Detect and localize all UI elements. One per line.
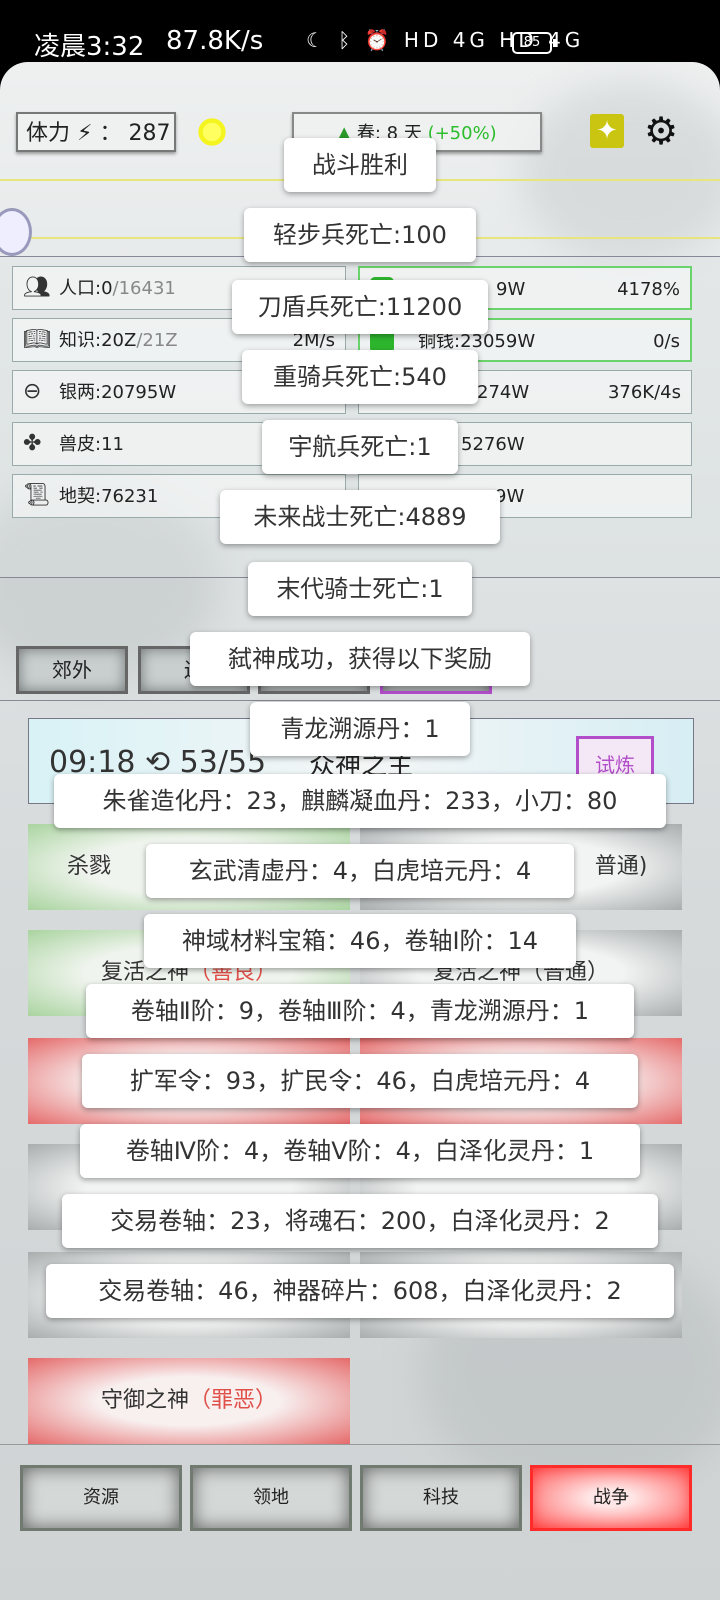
nav-territory[interactable]: 领地 <box>190 1465 352 1531</box>
toast-message: 青龙溯源丹：1 <box>250 702 470 756</box>
stamina-value: 287 <box>128 121 171 146</box>
toast-message: 轻步兵死亡:100 <box>244 208 476 262</box>
toast-message: 卷轴Ⅳ阶：4，卷轴Ⅴ阶：4，白泽化灵丹：1 <box>80 1124 640 1178</box>
toast-message: 玄武清虚丹：4，白虎培元丹：4 <box>146 844 574 898</box>
status-time: 凌晨3:32 <box>34 32 145 62</box>
toast-message: 交易卷轴：23，将魂石：200，白泽化灵丹：2 <box>62 1194 658 1248</box>
background-texture <box>520 82 720 262</box>
avatar[interactable] <box>0 208 32 256</box>
toast-message: 扩军令：93，扩民令：46，白虎培元丹：4 <box>82 1054 638 1108</box>
nav-resources[interactable]: 资源 <box>20 1465 182 1531</box>
deed-icon: 📜︎ <box>23 483 51 508</box>
sun-icon <box>196 116 228 148</box>
stamina-display: 体力 ⚡ ： 287 <box>16 112 176 152</box>
toast-message: 未来战士死亡:4889 <box>220 490 500 544</box>
toast-message: 朱雀造化丹：23，麒麟凝血丹：233，小刀：80 <box>54 774 666 828</box>
tab-outskirts[interactable]: 郊外 <box>16 646 128 694</box>
lightning-icon: ⚡ <box>77 121 93 146</box>
battery-icon: 85 <box>512 32 556 54</box>
gear-icon[interactable]: ⚙ <box>644 112 678 150</box>
hide-icon: ✤ <box>23 431 42 456</box>
toast-message: 宇航兵死亡:1 <box>262 420 458 474</box>
toast-message: 刀盾兵死亡:11200 <box>232 280 488 334</box>
toast-message: 神域材料宝箱：46，卷轴Ⅰ阶：14 <box>144 914 576 968</box>
toast-message: 弑神成功，获得以下奖励 <box>190 632 530 686</box>
toast-message: 重骑兵死亡:540 <box>242 350 478 404</box>
gift-icon[interactable]: ✦ <box>590 114 624 148</box>
nav-technology[interactable]: 科技 <box>360 1465 522 1531</box>
toast-message: 末代骑士死亡:1 <box>248 562 472 616</box>
toast-message: 交易卷轴：46，神器碎片：608，白泽化灵丹：2 <box>46 1264 674 1318</box>
book-icon: 📖︎ <box>23 327 51 352</box>
god-card-guardian[interactable]: 守御之神（罪恶） <box>28 1358 350 1444</box>
silver-icon: ⊖ <box>23 379 42 404</box>
bottom-nav: 资源 领地 科技 战争 <box>0 1444 720 1600</box>
toast-message: 战斗胜利 <box>284 138 436 192</box>
network-speed: 87.8K/s <box>166 26 264 56</box>
toast-message: 卷轴Ⅱ阶：9，卷轴Ⅲ阶：4，青龙溯源丹：1 <box>86 984 634 1038</box>
nav-war[interactable]: 战争 <box>530 1465 692 1531</box>
people-icon: 👥︎ <box>23 275 51 300</box>
stamina-label: 体力 <box>26 121 71 146</box>
season-bonus: (+50%) <box>427 123 497 144</box>
